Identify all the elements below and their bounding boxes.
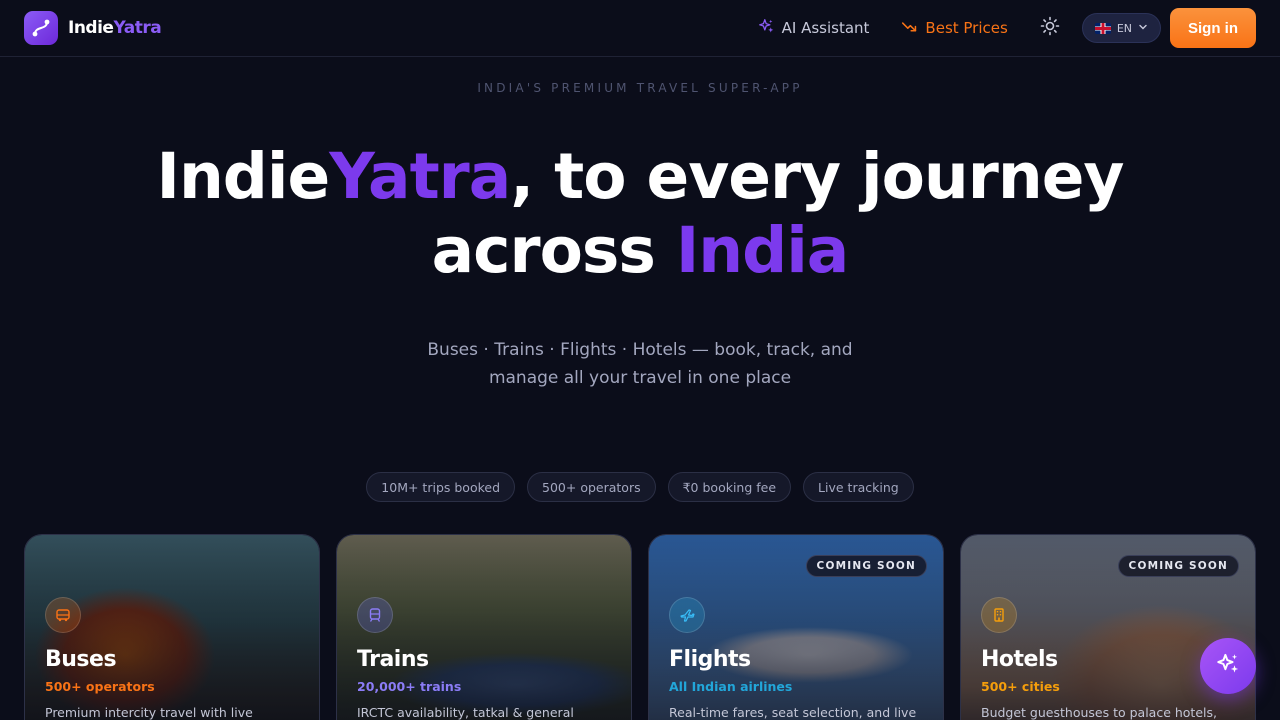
brand-name: IndieYatra bbox=[68, 18, 162, 38]
sign-in-button[interactable]: Sign in bbox=[1170, 8, 1256, 48]
card-buses[interactable]: Buses 500+ operators Premium intercity t… bbox=[24, 534, 320, 720]
ai-chat-fab-button[interactable] bbox=[1200, 638, 1256, 694]
ai-assistant-link[interactable]: AI Assistant bbox=[758, 18, 870, 39]
card-description: IRCTC availability, tatkal & general quo… bbox=[357, 705, 574, 720]
uk-flag-icon bbox=[1094, 22, 1111, 34]
card-description: Real-time fares, seat selection, and liv… bbox=[669, 705, 917, 720]
language-selector[interactable]: EN bbox=[1081, 13, 1161, 43]
bus-icon bbox=[45, 597, 81, 633]
best-prices-label: Best Prices bbox=[925, 19, 1008, 37]
stat-pill: 10M+ trips booked bbox=[366, 472, 516, 502]
theme-toggle-button[interactable] bbox=[1038, 16, 1062, 40]
best-prices-link[interactable]: Best Prices bbox=[901, 18, 1008, 39]
card-stat: 500+ operators bbox=[45, 679, 155, 694]
hero-headline: IndieYatra, to every journey across Indi… bbox=[0, 140, 1280, 288]
hero-eyebrow: INDIA'S PREMIUM TRAVEL SUPER-APP bbox=[477, 81, 803, 95]
building-icon bbox=[981, 597, 1017, 633]
ai-assistant-label: AI Assistant bbox=[781, 19, 870, 37]
trending-down-icon bbox=[901, 18, 918, 39]
stat-pill: ₹0 booking fee bbox=[667, 472, 792, 502]
card-hotels[interactable]: COMING SOON Hotels 500+ cities Budget gu… bbox=[960, 534, 1256, 720]
stat-pill: 500+ operators bbox=[527, 472, 656, 502]
coming-soon-badge: COMING SOON bbox=[805, 555, 927, 577]
card-title: Trains bbox=[357, 647, 429, 672]
plane-icon bbox=[669, 597, 705, 633]
top-nav: IndieYatra AI Assistant Best Prices EN S… bbox=[0, 0, 1280, 57]
sparkle-icon bbox=[1215, 651, 1241, 681]
stats-pills: 10M+ trips booked 500+ operators ₹0 book… bbox=[0, 472, 1280, 502]
service-cards: Buses 500+ operators Premium intercity t… bbox=[24, 534, 1256, 720]
coming-soon-badge: COMING SOON bbox=[1117, 555, 1239, 577]
card-flights[interactable]: COMING SOON Flights All Indian airlines … bbox=[648, 534, 944, 720]
card-title: Buses bbox=[45, 647, 117, 672]
card-stat: 20,000+ trains bbox=[357, 679, 462, 694]
card-description: Budget guesthouses to palace hotels, bbox=[981, 705, 1217, 720]
card-title: Hotels bbox=[981, 647, 1058, 672]
card-trains[interactable]: Trains 20,000+ trains IRCTC availability… bbox=[336, 534, 632, 720]
card-description: Premium intercity travel with live track… bbox=[45, 705, 253, 720]
hero-subtitle: Buses · Trains · Flights · Hotels — book… bbox=[427, 340, 853, 388]
headline-line-1: IndieYatra, to every journey bbox=[156, 140, 1125, 213]
logo[interactable]: IndieYatra bbox=[24, 11, 162, 45]
card-stat: All Indian airlines bbox=[669, 679, 793, 694]
sparkle-icon bbox=[758, 18, 775, 39]
language-label: EN bbox=[1116, 21, 1132, 35]
sun-icon bbox=[1040, 16, 1060, 40]
card-title: Flights bbox=[669, 647, 751, 672]
headline-line-2: across India bbox=[431, 214, 850, 287]
card-stat: 500+ cities bbox=[981, 679, 1060, 694]
train-icon bbox=[357, 597, 393, 633]
stat-pill: Live tracking bbox=[803, 472, 914, 502]
chevron-down-icon bbox=[1138, 22, 1148, 35]
nav-actions: AI Assistant Best Prices EN Sign in bbox=[758, 8, 1256, 48]
route-logo-icon bbox=[24, 11, 58, 45]
